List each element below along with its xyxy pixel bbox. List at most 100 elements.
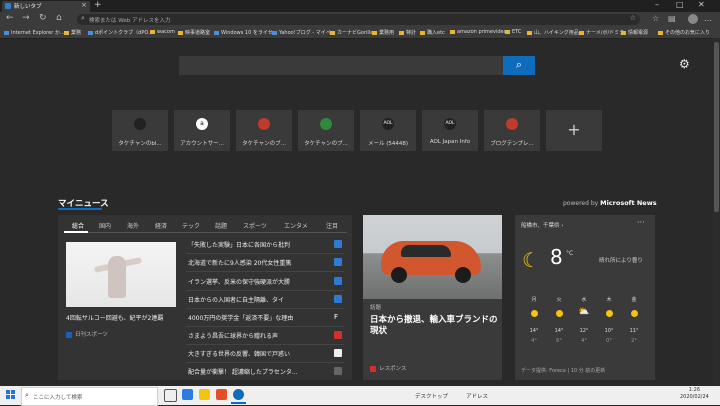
forward-icon[interactable]: → [22,13,30,23]
edge-icon[interactable] [233,389,244,400]
gear-icon[interactable]: ⚙ [679,57,690,71]
forecast-day: 月 [531,297,537,303]
top-site-tile[interactable]: タケチャンのbl... [112,110,168,151]
favorite-item[interactable]: wacom [150,29,175,35]
news-tab[interactable]: エンタメ [284,221,308,230]
favorite-item[interactable]: 職入etc [420,29,445,36]
top-site-tile[interactable]: AOL メール (54448) [360,110,416,151]
favorites-icon[interactable]: ☆ [652,14,659,23]
home-icon[interactable]: ⌂ [56,13,62,23]
forecast-day: 火 [556,297,562,303]
weather-unit: °C [566,250,574,257]
news-tab[interactable]: 注目 [326,221,338,230]
source-logo-icon [334,295,342,303]
desktop-toolbar[interactable]: デスクトップ [415,392,448,400]
headline-item[interactable]: イラン選挙、反米の保守強硬派が大勝 [188,277,338,286]
taskbar-search-input[interactable]: ⌕ ここに入力して検索 [21,387,158,406]
headline-item[interactable]: 大きすぎる世界の反響、韓国で戸惑い [188,349,338,358]
card-category: 話題 [370,305,382,311]
top-site-tile[interactable]: AOL AOL Japan Info [422,110,478,151]
car-image[interactable] [363,215,502,299]
app-icon[interactable] [216,389,227,400]
headline-item[interactable]: 配合量が衝撃！ 超濃縮したプラセンタ... [188,367,338,376]
headline-item[interactable]: 日本からの入国者に自主隔離、タイ [188,295,338,304]
tile-label: タケチャンのブ... [242,141,286,147]
windows-start-icon[interactable] [6,390,15,399]
news-tab[interactable]: 国内 [99,221,111,230]
favorite-item[interactable]: dポイントクラブ（dPO... [88,29,153,36]
source-logo-icon [334,258,342,266]
forecast-low: 4° [531,338,537,344]
news-tab[interactable]: 話題 [215,221,227,230]
favorite-item[interactable]: 特計 [399,29,416,36]
favorite-item[interactable]: 業務 [64,29,81,36]
collections-icon[interactable]: ▤ [668,14,676,23]
favorite-item[interactable]: Internet Explorer か... [4,29,65,36]
favorites-other[interactable]: その他のお気に入り [658,29,710,36]
address-toolbar[interactable]: アドレス [466,392,488,400]
clock[interactable]: 1:26 2020/02/24 [680,387,709,401]
headline-item[interactable]: さまよう昌吾に球界から贈れる声 [188,331,338,340]
maximize-button[interactable]: □ [676,0,684,9]
address-bar[interactable]: ⌕ 検索または Web アドレスを入力 ☆ [77,14,640,25]
source-logo-icon [334,349,342,357]
back-icon[interactable]: ← [6,13,14,23]
profile-avatar[interactable] [688,14,698,24]
source-logo-icon [334,331,342,339]
tab-favicon-icon [5,3,11,9]
tab-close-icon[interactable]: × [81,1,87,9]
news-tab[interactable]: 海外 [127,221,139,230]
favorite-item[interactable]: ナーメ/ボ/ドミタ [579,29,624,36]
weather-description: 晴れ所により曇り [599,258,643,264]
news-tab[interactable]: 総合 [72,221,84,230]
web-search-input[interactable] [179,56,503,75]
mail-app-icon[interactable] [182,389,193,400]
new-tab-button[interactable]: + [94,0,102,10]
favorite-item[interactable]: ETC [505,29,521,35]
search-button[interactable]: ⌕ [503,56,535,75]
top-site-tile[interactable]: タケチャンのブ... [236,110,292,151]
news-title-underline [58,208,102,210]
news-tab[interactable]: 経済 [155,221,167,230]
favorite-item[interactable]: 業務用 [372,29,394,36]
favorite-item[interactable]: amazon primevideo [450,29,507,35]
top-site-tile[interactable]: タケチャンのブ... [298,110,354,151]
favorite-item[interactable]: 映事道路室 [178,29,210,36]
favorite-star-icon[interactable]: ☆ [630,14,636,22]
weather-location[interactable]: 船橋市、千葉県 › [521,221,563,229]
divider [186,290,344,291]
headline-item[interactable]: 北海道で新たに9人感染 20代女性重篤 [188,258,338,267]
partly-cloudy-icon: ⛅ [578,307,590,317]
headline-item[interactable]: 4000万円の奨学金「返済不要」な理由 [188,313,338,322]
divider [186,271,344,272]
top-site-tile[interactable]: ブログテンプレ... [484,110,540,151]
minimize-button[interactable]: – [655,0,659,9]
favorite-item[interactable]: Yahoo!ブログ - マイペ... [272,29,335,36]
news-tab[interactable]: スポーツ [243,221,267,230]
explorer-icon[interactable] [199,389,210,400]
favorite-item[interactable]: 情報電源 [621,29,648,36]
sun-icon [556,310,563,317]
divider [186,344,344,345]
top-site-tile[interactable]: a アカウントサー... [174,110,230,151]
featured-image[interactable] [66,242,176,307]
forecast-day: 水 [581,297,587,303]
favorite-item[interactable]: カーナビGorilla [330,29,373,36]
featured-title[interactable]: 4回転サルコー回避も、紀平が2連覇 [66,313,163,322]
card-title[interactable]: 日本から撤退、輸入車ブランドの現状 [370,315,498,337]
more-options-icon[interactable]: ··· [637,218,645,227]
favorite-item[interactable]: 山、ハイキング用品 [527,29,579,36]
divider [186,362,344,363]
scrollbar-thumb[interactable] [714,42,719,212]
aol-logo-icon: AOL [382,118,394,130]
news-tab[interactable]: テック [182,221,200,230]
news-tab-divider [64,232,347,233]
add-site-button[interactable]: + [546,110,602,151]
close-window-button[interactable]: ✕ [698,0,705,9]
headline-item[interactable]: 「失敗した実験」日本に各国から批判 [188,240,338,249]
more-menu-icon[interactable]: … [704,14,712,23]
task-view-icon[interactable] [164,389,177,402]
refresh-icon[interactable]: ↻ [39,13,47,23]
favorite-item[interactable]: Windows 10 をライセ... [214,29,278,36]
tab-new-tab[interactable]: 新しいタブ × [2,1,90,12]
